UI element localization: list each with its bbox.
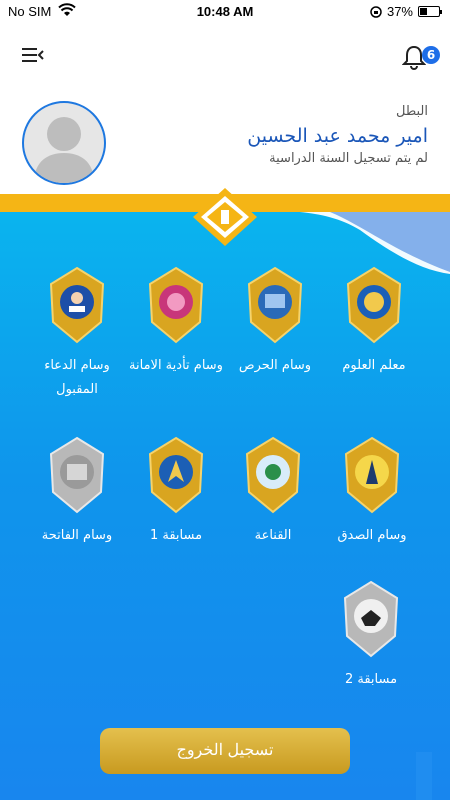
profile-role: البطل (395, 104, 428, 119)
user-placeholder-icon (34, 117, 94, 183)
medal-badge-icon (247, 266, 303, 344)
status-bar: No SIM 10:48 AM 37% (0, 0, 450, 24)
medal-label: وسام الدعاء المقبول (44, 358, 110, 397)
notification-badge: 6 (422, 46, 440, 64)
medal-badge-icon (49, 266, 105, 344)
profile-text: البطل امير محمد عبد الحسين لم يتم تسجيل … (247, 104, 428, 166)
logout-button[interactable]: تسجيل الخروج (100, 728, 350, 774)
medal-item[interactable]: وسام الحرص (220, 266, 330, 378)
medal-item[interactable]: وسام الفاتحة (22, 436, 132, 548)
profile-card: البطل امير محمد عبد الحسين لم يتم تسجيل … (0, 88, 450, 194)
medal-badge-icon (49, 436, 105, 514)
corner-decoration (416, 752, 432, 800)
medal-badge-icon (344, 436, 400, 514)
medal-label: وسام الحرص (238, 358, 312, 373)
medal-badge-icon (343, 580, 399, 658)
medal-item[interactable]: وسام الصدق (317, 436, 427, 548)
rotation-lock-icon (370, 5, 382, 18)
medal-item[interactable]: مسابقة 1 (121, 436, 231, 548)
notifications-button[interactable]: 6 (402, 42, 442, 72)
medal-item[interactable]: مسابقة 2 (316, 580, 426, 692)
app-bar: 6 (0, 24, 450, 88)
medal-item[interactable]: معلم العلوم (319, 266, 429, 378)
medal-label: وسام الصدق (337, 528, 407, 543)
medal-badge-icon (148, 266, 204, 344)
medal-label: القناعة (254, 528, 292, 543)
battery-percent: 37% (386, 4, 413, 19)
medal-badge-icon (148, 436, 204, 514)
medal-label: مسابقة 2 (344, 672, 398, 687)
menu-icon[interactable] (22, 46, 44, 64)
battery-icon (418, 6, 442, 17)
profile-note: لم يتم تسجيل السنة الدراسية (269, 151, 428, 166)
medal-label: وسام الفاتحة (41, 528, 113, 543)
medal-item[interactable]: وسام تأدية الامانة (121, 266, 231, 378)
medal-label: مسابقة 1 (149, 528, 203, 543)
medal-label: معلم العلوم (342, 358, 406, 373)
medal-label: وسام تأدية الامانة (129, 358, 223, 373)
medal-badge-icon (346, 266, 402, 344)
avatar (22, 101, 106, 185)
profile-name: امير محمد عبد الحسين (247, 125, 428, 147)
medal-badge-icon (245, 436, 301, 514)
medal-item[interactable]: القناعة (218, 436, 328, 548)
medal-item[interactable]: وسام الدعاء المقبول (22, 266, 132, 402)
emblem-logo (193, 188, 257, 246)
